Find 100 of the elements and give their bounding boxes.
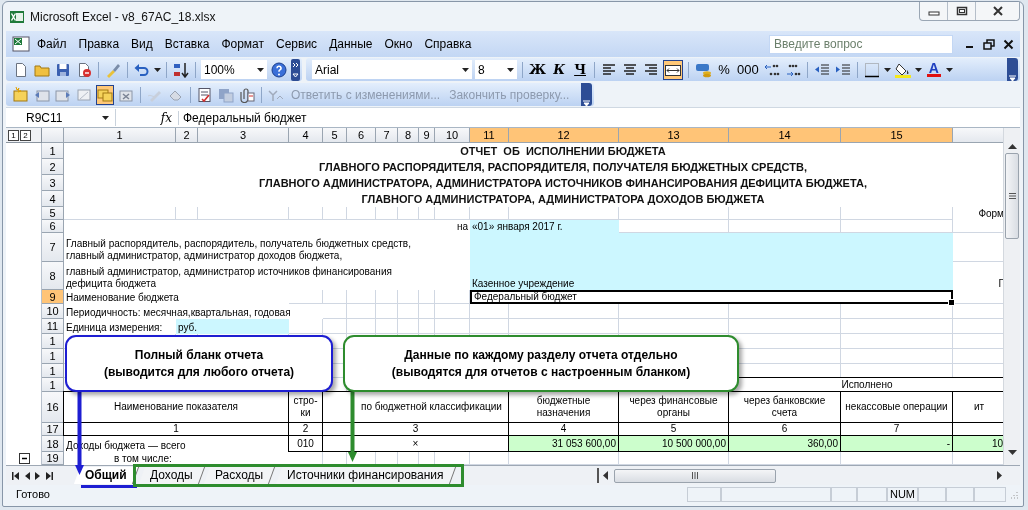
new-document-icon[interactable] bbox=[13, 61, 29, 78]
italic-button[interactable]: К bbox=[550, 59, 569, 80]
undo-icon[interactable] bbox=[134, 61, 150, 78]
row-header[interactable]: 16 bbox=[42, 392, 64, 423]
attachment-icon[interactable] bbox=[239, 86, 255, 103]
increase-indent-icon[interactable] bbox=[834, 61, 851, 78]
row-header[interactable]: 18 bbox=[42, 436, 64, 452]
column-header[interactable]: 13 bbox=[619, 128, 729, 143]
paintbrush-icon[interactable] bbox=[105, 61, 121, 78]
column-header[interactable]: 7 bbox=[376, 128, 398, 143]
menu-item[interactable]: Правка bbox=[73, 34, 125, 54]
notes-button[interactable] bbox=[96, 84, 114, 105]
scroll-up-icon[interactable] bbox=[1007, 144, 1017, 149]
first-sheet-icon[interactable] bbox=[12, 471, 19, 480]
track-changes-icon[interactable] bbox=[197, 86, 213, 103]
row-header[interactable]: 1 bbox=[42, 349, 64, 364]
scroll-left-icon[interactable] bbox=[603, 471, 608, 480]
menu-item[interactable]: Формат bbox=[216, 34, 270, 54]
underline-button[interactable]: Ч bbox=[571, 59, 590, 80]
column-header[interactable]: 5 bbox=[323, 128, 347, 143]
row-header[interactable]: 19 bbox=[42, 452, 64, 465]
selected-cell[interactable]: Федеральный бюджет bbox=[470, 290, 953, 304]
column-header[interactable]: 15 bbox=[841, 128, 953, 143]
column-header[interactable]: 11 bbox=[470, 128, 509, 143]
menu-item[interactable]: Данные bbox=[324, 34, 378, 54]
font-size-field[interactable]: 8 bbox=[475, 60, 517, 79]
borders-icon[interactable] bbox=[863, 61, 880, 78]
bold-button[interactable]: Ж bbox=[528, 59, 548, 80]
align-center-icon[interactable] bbox=[622, 61, 639, 78]
column-header[interactable]: 8 bbox=[398, 128, 419, 143]
outline-level-button[interactable]: 1 bbox=[8, 130, 19, 141]
previous-sheet-icon[interactable] bbox=[24, 471, 30, 480]
maximize-icon[interactable] bbox=[955, 6, 968, 16]
name-box[interactable]: R9C11 bbox=[26, 110, 63, 125]
row-header[interactable]: 2 bbox=[42, 159, 64, 175]
column-header[interactable]: 4 bbox=[289, 128, 323, 143]
resize-grip-icon[interactable] bbox=[1008, 489, 1018, 499]
sheet-tab[interactable]: Доходы bbox=[138, 467, 205, 484]
menu-item[interactable]: Вставка bbox=[159, 34, 215, 54]
currency-icon[interactable] bbox=[695, 61, 712, 78]
row-header[interactable]: 5 bbox=[42, 207, 64, 220]
dropdown-caret-icon[interactable] bbox=[883, 67, 891, 72]
column-header[interactable]: 1 bbox=[64, 128, 176, 143]
scroll-right-icon[interactable] bbox=[997, 471, 1002, 480]
row-header[interactable]: 3 bbox=[42, 175, 64, 191]
column-header[interactable]: 14 bbox=[729, 128, 841, 143]
row-header[interactable]: 9 bbox=[42, 290, 64, 304]
sheet-tab[interactable]: Расходы bbox=[204, 467, 276, 484]
column-header[interactable]: 6 bbox=[347, 128, 376, 143]
toolbar-options-icon[interactable] bbox=[583, 100, 591, 106]
zoom-field[interactable]: 100% bbox=[201, 60, 267, 79]
sort-icon[interactable] bbox=[173, 61, 189, 78]
font-field[interactable]: Arial bbox=[312, 60, 472, 79]
column-header[interactable]: 9 bbox=[419, 128, 435, 143]
fill-handle[interactable] bbox=[948, 299, 955, 306]
row-header[interactable]: 11 bbox=[42, 319, 64, 334]
dropdown-caret-icon[interactable] bbox=[154, 67, 161, 72]
toolbar-options-icon[interactable] bbox=[291, 58, 300, 81]
row-header[interactable]: 10 bbox=[42, 304, 64, 319]
fill-color-icon[interactable] bbox=[894, 61, 911, 78]
row-header[interactable]: 1 bbox=[42, 143, 64, 159]
menu-item[interactable]: Справка bbox=[419, 34, 477, 54]
row-header[interactable]: 1 bbox=[42, 334, 64, 349]
save-icon[interactable] bbox=[55, 61, 71, 78]
column-header[interactable]: 12 bbox=[509, 128, 619, 143]
row-header[interactable]: 17 bbox=[42, 423, 64, 436]
formula-field[interactable]: Федеральный бюджет bbox=[178, 110, 307, 125]
row-header[interactable]: 4 bbox=[42, 191, 64, 207]
menu-item[interactable]: Сервис bbox=[271, 34, 323, 54]
next-sheet-icon[interactable] bbox=[35, 471, 41, 480]
outline-level-button[interactable]: 2 bbox=[20, 130, 31, 141]
sheet-tab[interactable]: Источники финансирования bbox=[275, 467, 456, 484]
row-header[interactable]: 1 bbox=[42, 364, 64, 378]
menu-item[interactable]: Окно bbox=[379, 34, 418, 54]
column-header[interactable]: 2 bbox=[176, 128, 198, 143]
scrollbar-thumb[interactable] bbox=[614, 468, 776, 483]
decrease-indent-icon[interactable] bbox=[813, 61, 830, 78]
collapse-icon[interactable] bbox=[18, 453, 30, 464]
menu-item[interactable]: Вид bbox=[126, 34, 158, 54]
document-permission-icon[interactable] bbox=[76, 61, 92, 78]
dropdown-caret-icon[interactable] bbox=[945, 67, 953, 72]
close-icon[interactable] bbox=[1003, 38, 1014, 50]
sheet-tab[interactable]: Общий bbox=[73, 467, 139, 484]
menu-item[interactable]: Файл bbox=[32, 34, 72, 54]
percent-button[interactable]: % bbox=[715, 59, 734, 80]
column-header[interactable]: 10 bbox=[435, 128, 470, 143]
column-header[interactable]: 3 bbox=[198, 128, 289, 143]
restore-icon[interactable] bbox=[983, 38, 995, 50]
scrollbar-thumb[interactable] bbox=[1005, 153, 1019, 239]
last-sheet-icon[interactable] bbox=[46, 471, 53, 480]
help-icon[interactable] bbox=[271, 61, 287, 78]
toolbar-options-icon[interactable] bbox=[1009, 75, 1016, 81]
help-search-field[interactable]: Введите вопрос bbox=[769, 34, 953, 54]
dropdown-caret-icon[interactable] bbox=[914, 67, 922, 72]
row-header[interactable]: 8 bbox=[42, 262, 64, 290]
dropdown-caret-icon[interactable] bbox=[102, 115, 109, 120]
font-color-button[interactable]: A bbox=[926, 62, 941, 77]
align-left-icon[interactable] bbox=[601, 61, 618, 78]
close-icon[interactable] bbox=[991, 6, 1004, 16]
align-right-icon[interactable] bbox=[643, 61, 660, 78]
